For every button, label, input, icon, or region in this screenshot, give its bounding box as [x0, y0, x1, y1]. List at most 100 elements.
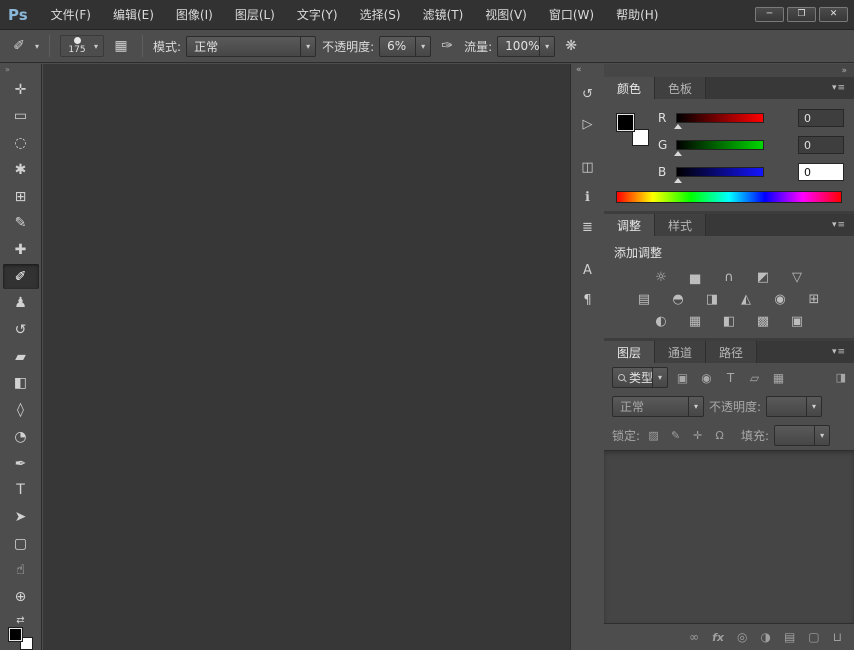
rectangle-tool[interactable]: ▢ [3, 531, 39, 557]
selective-color-adjustment-icon[interactable]: ▣ [785, 313, 809, 329]
brush-size-picker[interactable]: 175 ▾ [60, 35, 104, 57]
layer-filter-toggle-icon[interactable]: ◨ [836, 371, 846, 384]
red-value-input[interactable]: 0 [798, 109, 844, 127]
move-tool[interactable]: ✛ [3, 77, 39, 103]
shape-layer-filter-icon[interactable]: ▱ [745, 368, 764, 387]
hand-tool[interactable]: ☝ [3, 558, 39, 584]
lock-position-icon[interactable]: ✛ [689, 427, 706, 444]
lasso-tool[interactable]: ◌ [3, 130, 39, 156]
minimize-button[interactable]: ─ [755, 7, 784, 22]
channel-mixer-adjustment-icon[interactable]: ◉ [768, 291, 792, 307]
menu-edit[interactable]: 编辑(E) [102, 0, 165, 30]
posterize-adjustment-icon[interactable]: ▦ [683, 313, 707, 329]
color-lookup-adjustment-icon[interactable]: ⊞ [802, 291, 826, 307]
eraser-tool[interactable]: ▰ [3, 344, 39, 370]
green-slider[interactable] [676, 140, 764, 150]
info-panel-button[interactable]: ℹ [574, 185, 602, 210]
layer-opacity-select[interactable]: ▾ [766, 396, 822, 417]
new-group-icon[interactable]: ▤ [784, 630, 795, 644]
type-layer-filter-icon[interactable]: T [721, 368, 740, 387]
collapse-tools-icon[interactable]: » [0, 64, 41, 77]
toggle-brush-panel-icon[interactable]: ▦ [110, 35, 132, 57]
color-swatches-widget[interactable] [617, 114, 649, 146]
green-value-input[interactable]: 0 [798, 136, 844, 154]
tab-swatches[interactable]: 色板 [655, 77, 706, 99]
canvas[interactable] [43, 64, 570, 650]
opacity-select[interactable]: 6% ▾ [379, 36, 431, 57]
tab-channels[interactable]: 通道 [655, 341, 706, 363]
brightness-contrast-adjustment-icon[interactable]: ☼ [649, 269, 673, 285]
delete-layer-icon[interactable]: ⊔ [833, 630, 842, 644]
history-panel-button[interactable]: ↺ [574, 82, 602, 107]
collapse-panels-button[interactable]: » [604, 64, 854, 77]
swap-colors-icon[interactable]: ⇄ [16, 615, 24, 626]
menu-file[interactable]: 文件(F) [40, 0, 102, 30]
clone-stamp-tool[interactable]: ♟ [3, 290, 39, 316]
history-brush-tool[interactable]: ↺ [3, 317, 39, 343]
tool-preset-picker[interactable]: ✐ ▾ [8, 35, 39, 57]
menu-image[interactable]: 图像(I) [165, 0, 224, 30]
black-white-adjustment-icon[interactable]: ◨ [700, 291, 724, 307]
hue-saturation-adjustment-icon[interactable]: ▤ [632, 291, 656, 307]
color-balance-adjustment-icon[interactable]: ◓ [666, 291, 690, 307]
tab-paths[interactable]: 路径 [706, 341, 757, 363]
menu-select[interactable]: 选择(S) [349, 0, 412, 30]
menu-help[interactable]: 帮助(H) [605, 0, 669, 30]
foreground-background-swatches[interactable] [9, 628, 33, 650]
new-adjustment-layer-icon[interactable]: ◑ [760, 630, 770, 644]
blue-value-input[interactable]: 0 [798, 163, 844, 181]
zoom-tool[interactable]: ⊕ [3, 584, 39, 610]
character-panel-button[interactable]: A [574, 258, 602, 283]
photo-filter-adjustment-icon[interactable]: ◭ [734, 291, 758, 307]
layers-list[interactable] [604, 450, 854, 624]
menu-layer[interactable]: 图层(L) [224, 0, 286, 30]
color-spectrum-ramp[interactable] [616, 191, 842, 203]
new-layer-icon[interactable]: ▢ [808, 630, 819, 644]
gradient-map-adjustment-icon[interactable]: ▩ [751, 313, 775, 329]
expand-panels-button[interactable]: « [571, 64, 604, 77]
vibrance-adjustment-icon[interactable]: ▽ [785, 269, 809, 285]
red-slider[interactable] [676, 113, 764, 123]
tab-adjustments[interactable]: 调整 [604, 214, 655, 236]
blur-tool[interactable]: ◊ [3, 397, 39, 423]
slider-thumb[interactable] [674, 151, 682, 156]
type-tool[interactable]: T [3, 477, 39, 503]
paragraph-panel-button[interactable]: ¶ [574, 288, 602, 313]
crop-tool[interactable]: ⊞ [3, 184, 39, 210]
layer-filter-select[interactable]: 类型 ▾ [612, 367, 668, 388]
tab-color[interactable]: 颜色 [604, 77, 655, 99]
quick-selection-tool[interactable]: ✱ [3, 157, 39, 183]
fill-select[interactable]: ▾ [774, 425, 830, 446]
pixel-layer-filter-icon[interactable]: ▣ [673, 368, 692, 387]
slider-thumb[interactable] [674, 124, 682, 129]
panel-menu-icon[interactable]: ▾≡ [824, 214, 854, 236]
foreground-color-swatch[interactable] [9, 628, 22, 641]
menu-filter[interactable]: 滤镜(T) [412, 0, 475, 30]
brush-tool[interactable]: ✐ [3, 264, 39, 290]
adjustment-layer-filter-icon[interactable]: ◉ [697, 368, 716, 387]
airbrush-icon[interactable]: ❋ [560, 35, 582, 57]
exposure-adjustment-icon[interactable]: ◩ [751, 269, 775, 285]
levels-adjustment-icon[interactable]: ▅ [683, 269, 707, 285]
tab-layers[interactable]: 图层 [604, 341, 655, 363]
curves-adjustment-icon[interactable]: ∩ [717, 269, 741, 285]
lock-image-pixels-icon[interactable]: ✎ [667, 427, 684, 444]
close-button[interactable]: ✕ [819, 7, 848, 22]
smart-object-filter-icon[interactable]: ▦ [769, 368, 788, 387]
link-layers-icon[interactable]: ∞ [689, 630, 699, 644]
actions-panel-button[interactable]: ▷ [574, 112, 602, 137]
foreground-color-swatch[interactable] [617, 114, 634, 131]
eyedropper-tool[interactable]: ✎ [3, 210, 39, 236]
slider-thumb[interactable] [674, 178, 682, 183]
properties-panel-button[interactable]: ◫ [574, 155, 602, 180]
tab-styles[interactable]: 样式 [655, 214, 706, 236]
menu-type[interactable]: 文字(Y) [286, 0, 349, 30]
invert-adjustment-icon[interactable]: ◐ [649, 313, 673, 329]
menu-window[interactable]: 窗口(W) [538, 0, 605, 30]
path-selection-tool[interactable]: ➤ [3, 504, 39, 530]
lock-all-icon[interactable]: Ω [711, 427, 728, 444]
gradient-tool[interactable]: ◧ [3, 371, 39, 397]
panel-menu-icon[interactable]: ▾≡ [824, 77, 854, 99]
pen-tool[interactable]: ✒ [3, 451, 39, 477]
rectangular-marquee-tool[interactable]: ▭ [3, 104, 39, 130]
